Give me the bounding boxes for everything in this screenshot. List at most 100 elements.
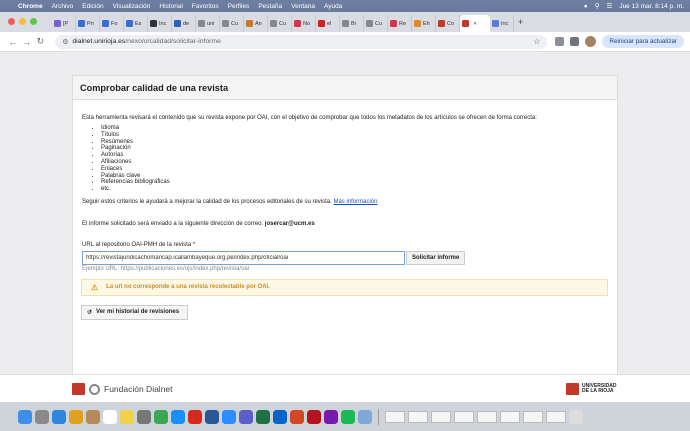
reload-icon[interactable]: ↻ [34, 36, 48, 47]
finder-icon[interactable] [18, 409, 32, 424]
tab-label: uni [207, 20, 215, 27]
system-settings-icon[interactable] [137, 409, 151, 424]
menu-edicion[interactable]: Edición [82, 3, 103, 10]
oai-url-input[interactable] [82, 250, 405, 265]
minimized-window-thumbnail[interactable] [454, 410, 474, 423]
more-info-link[interactable]: Más información [333, 199, 377, 205]
spotify-icon[interactable] [341, 409, 355, 424]
hint-text: Seguir estos criterios le ayudará a mejo… [82, 199, 608, 205]
forward-arrow-icon[interactable]: → [20, 37, 34, 47]
browser-tab[interactable]: de [172, 15, 196, 32]
browser-tab[interactable]: Inc [148, 15, 172, 32]
tab-favicon [198, 20, 205, 27]
photos-icon[interactable] [69, 409, 83, 424]
close-window-button[interactable] [8, 18, 15, 25]
tab-favicon [126, 20, 133, 27]
powerpoint-icon[interactable] [290, 409, 304, 424]
view-history-button[interactable]: ↺ Ver mi historial de revisiones [81, 304, 188, 320]
browser-tab[interactable]: Co [436, 15, 460, 32]
browser-tab[interactable]: uni [196, 15, 220, 32]
new-tab-button[interactable]: + [518, 17, 523, 27]
criteria-item: Resúmenes [101, 139, 608, 146]
tab-label: Re [399, 20, 407, 27]
close-tab-icon[interactable]: ✕ [473, 21, 477, 27]
tab-favicon [342, 20, 349, 27]
extensions-icon[interactable] [555, 37, 565, 46]
restart-to-update-button[interactable]: Reiniciar para actualizar [602, 35, 684, 48]
tab-label: Inc [501, 20, 509, 27]
minimized-window-thumbnail[interactable] [500, 410, 520, 423]
browser-tab[interactable]: el [316, 15, 340, 32]
tab-favicon [294, 20, 301, 27]
browser-tab[interactable]: [P [52, 15, 76, 32]
menu-chrome[interactable]: Chrome [18, 3, 43, 10]
browser-tab[interactable]: No [292, 15, 316, 32]
browser-tab[interactable]: Cu [364, 15, 388, 32]
menu-perfiles[interactable]: Perfiles [228, 3, 250, 10]
preview-icon[interactable] [358, 409, 372, 424]
calendar-icon[interactable] [103, 409, 117, 424]
menu-pestana[interactable]: Pestaña [258, 3, 282, 10]
bookmark-star-icon[interactable]: ☆ [533, 37, 540, 46]
zoom-window-button[interactable] [30, 18, 37, 25]
oai-url-label: URL al repositorio OAI-PMH de la revista… [82, 241, 196, 248]
control-center-icon[interactable]: ☰ [606, 2, 612, 10]
minimized-window-thumbnail[interactable] [431, 410, 451, 423]
zoom-icon[interactable] [222, 409, 236, 424]
minimized-window-thumbnail[interactable] [385, 410, 405, 423]
menu-ayuda[interactable]: Ayuda [324, 3, 342, 10]
browser-tab[interactable]: Re [388, 15, 412, 32]
acrobat-icon[interactable] [188, 409, 202, 424]
menu-visualizacion[interactable]: Visualización [113, 3, 151, 10]
criteria-item: Autorías [101, 152, 608, 159]
address-bar[interactable]: ⚙ dialnet.unirioja.es/nexo/o/calidad/sol… [55, 34, 548, 49]
clock[interactable]: Jue 13 mar. 8:14 p. m. [619, 3, 684, 10]
profile-avatar[interactable] [585, 36, 597, 47]
browser-tab[interactable]: Fo [100, 15, 124, 32]
menu-historial[interactable]: Historial [159, 3, 182, 10]
chrome-icon[interactable] [154, 409, 168, 424]
safari-icon[interactable] [52, 409, 66, 424]
macos-menu-bar: Chrome Archivo Edición Visualización His… [0, 0, 690, 12]
request-report-button[interactable]: Solicitar informe [406, 250, 466, 265]
minimized-window-thumbnail[interactable] [477, 410, 497, 423]
fundacion-dialnet-logo[interactable]: Fundación Dialnet [72, 383, 173, 395]
word-icon[interactable] [205, 409, 219, 424]
contacts-icon[interactable] [86, 409, 100, 424]
app-store-icon[interactable] [171, 409, 185, 424]
browser-tab[interactable]: Cu [268, 15, 292, 32]
browser-tab[interactable]: Inc [490, 15, 514, 32]
menu-ventana[interactable]: Ventana [291, 3, 315, 10]
universidad-la-rioja-logo[interactable]: UNIVERSIDAD DE LA RIOJA [566, 383, 616, 395]
outlook-icon[interactable] [273, 409, 287, 424]
trash-icon[interactable] [569, 409, 583, 424]
search-icon[interactable]: ⚲ [595, 2, 600, 10]
teams-icon[interactable] [239, 409, 253, 424]
browser-tab[interactable]: Pri [76, 15, 100, 32]
side-panel-icon[interactable] [570, 37, 580, 46]
browser-tab[interactable]: Cu [220, 15, 244, 32]
minimize-window-button[interactable] [19, 18, 26, 25]
active-tab[interactable]: ✕ [460, 15, 490, 32]
browser-tab[interactable]: Es [124, 15, 148, 32]
minimized-window-thumbnail[interactable] [523, 410, 543, 423]
menu-archivo[interactable]: Archivo [52, 3, 74, 10]
tab-label: Cu [279, 20, 287, 27]
menu-favoritos[interactable]: Favoritos [192, 3, 219, 10]
university-seal-icon [72, 383, 85, 395]
launchpad-icon[interactable] [35, 409, 49, 424]
back-arrow-icon[interactable]: ← [6, 37, 20, 47]
site-info-icon[interactable]: ⚙ [62, 38, 68, 46]
notes-icon[interactable] [120, 409, 134, 424]
university-seal-icon [566, 383, 579, 395]
excel-icon[interactable] [256, 409, 270, 424]
browser-tab[interactable]: An [244, 15, 268, 32]
onenote-icon[interactable] [324, 409, 338, 424]
wifi-icon[interactable]: ● [584, 3, 588, 10]
browser-tab[interactable]: Bi [340, 15, 364, 32]
mendeley-icon[interactable] [307, 409, 321, 424]
browser-tab[interactable]: Eh [412, 15, 436, 32]
minimized-window-thumbnail[interactable] [546, 410, 566, 423]
minimized-window-thumbnail[interactable] [408, 410, 428, 423]
dialnet-logo-icon [89, 383, 100, 395]
